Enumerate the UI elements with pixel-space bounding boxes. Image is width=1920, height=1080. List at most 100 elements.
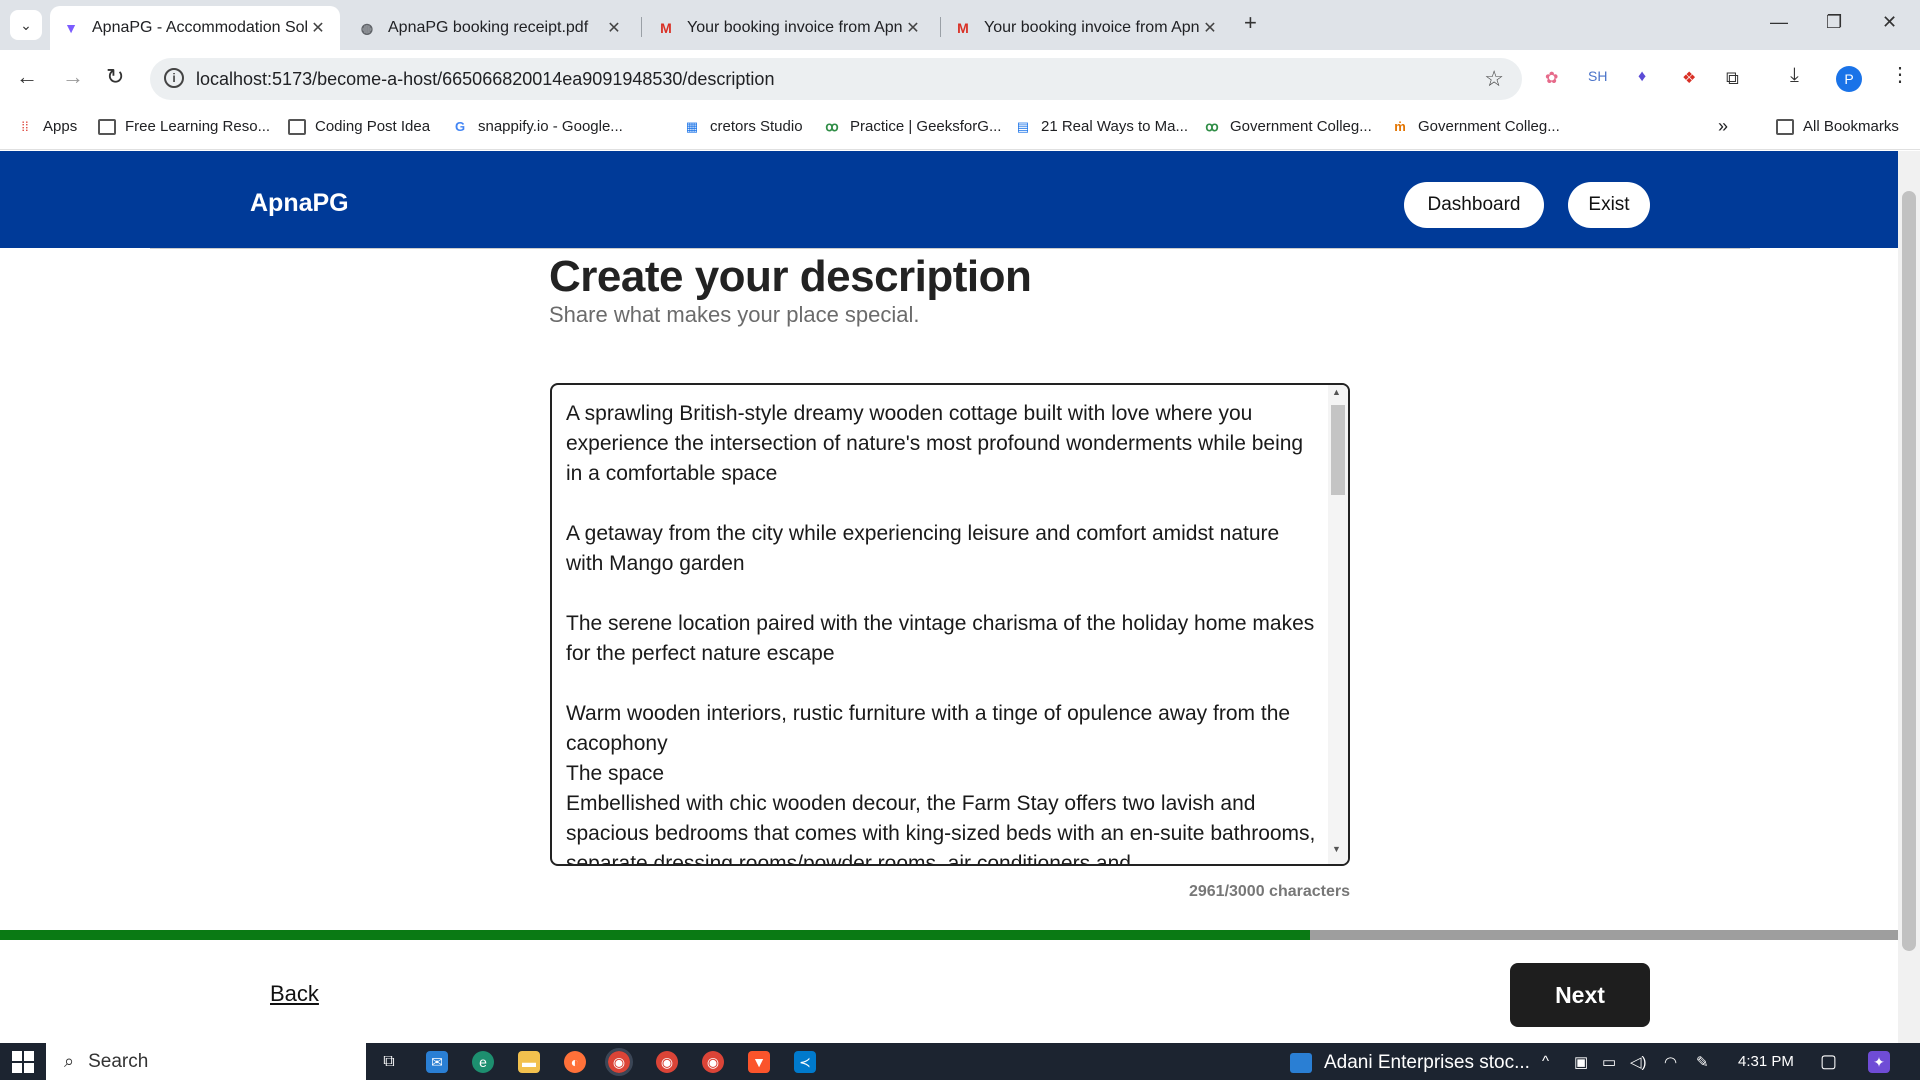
news-widget[interactable]: Adani Enterprises stoc... xyxy=(1290,1052,1530,1074)
url-text[interactable]: localhost:5173/become-a-host/66506682001… xyxy=(196,69,774,90)
windows-start-icon[interactable] xyxy=(12,1051,34,1073)
reload-icon[interactable]: ↻ xyxy=(106,64,124,90)
page-scrollbar[interactable] xyxy=(1898,151,1920,1043)
taskbar-search-box[interactable]: ⌕ Search xyxy=(46,1043,366,1080)
close-tab-icon[interactable]: ✕ xyxy=(1200,18,1220,38)
chrome-icon[interactable]: ◉ xyxy=(605,1048,633,1076)
tab-invoice-2[interactable]: M Your booking invoice from Apn ✕ xyxy=(942,6,1232,50)
tab-search-chevron-icon[interactable]: ⌄ xyxy=(10,10,42,40)
copilot-icon[interactable]: ✦ xyxy=(1868,1051,1890,1073)
edge-icon[interactable]: e xyxy=(472,1051,494,1073)
description-text[interactable]: A sprawling British-style dreamy wooden … xyxy=(566,399,1321,864)
profile-avatar[interactable]: P xyxy=(1836,66,1862,92)
scroll-down-arrow-icon[interactable]: ▼ xyxy=(1332,844,1341,854)
close-tab-icon[interactable]: ✕ xyxy=(308,18,328,38)
bookmark-government-college-2[interactable]: ṁ Government Colleg... xyxy=(1391,118,1560,135)
news-icon xyxy=(1290,1053,1312,1073)
page-title: Create your description xyxy=(549,252,1032,301)
tab-invoice-1[interactable]: M Your booking invoice from Apn ✕ xyxy=(645,6,935,50)
browser-toolbar: ← → ↻ i localhost:5173/become-a-host/665… xyxy=(0,50,1920,108)
gmail-icon: M xyxy=(957,20,969,36)
forward-arrow-icon[interactable]: → xyxy=(62,64,84,90)
sh-extension-icon[interactable]: SH xyxy=(1588,68,1607,84)
header-divider xyxy=(150,248,1750,249)
gfg-icon: ꝏ xyxy=(1205,118,1219,134)
gmail-icon: M xyxy=(660,20,672,36)
mail-icon[interactable]: ✉ xyxy=(426,1051,448,1073)
character-counter: 2961/3000 characters xyxy=(1188,883,1350,900)
bookmark-real-ways[interactable]: ▤ 21 Real Ways to Ma... xyxy=(1014,118,1188,135)
close-window-icon[interactable]: ✕ xyxy=(1882,12,1897,33)
menu-kebab-icon[interactable]: ⋮ xyxy=(1890,62,1910,87)
firefox-icon[interactable]: ◐ xyxy=(564,1051,586,1073)
back-arrow-icon[interactable]: ← xyxy=(16,64,38,90)
exit-button[interactable]: Exist xyxy=(1568,182,1650,228)
extensions-puzzle-icon[interactable]: ⧉ xyxy=(1726,68,1739,89)
apps-grid-icon: ⁞⁞ xyxy=(21,118,29,134)
tab-booking-receipt[interactable]: ◍ ApnaPG booking receipt.pdf ✕ xyxy=(346,6,636,50)
site-header: ApnaPG Dashboard Exist xyxy=(0,151,1898,248)
tray-chevron-icon[interactable]: ^ xyxy=(1542,1053,1549,1070)
close-tab-icon[interactable]: ✕ xyxy=(903,18,923,38)
site-info-icon[interactable]: i xyxy=(164,68,184,88)
volume-icon[interactable]: ◁) xyxy=(1630,1053,1647,1071)
page-subtitle: Share what makes your place special. xyxy=(549,302,920,327)
folder-icon xyxy=(288,118,306,135)
globe-icon: ◍ xyxy=(360,19,374,36)
battery-icon[interactable]: ▭ xyxy=(1602,1053,1616,1071)
bookmark-all-bookmarks[interactable]: All Bookmarks xyxy=(1776,118,1899,135)
textarea-scroll-thumb[interactable] xyxy=(1331,405,1345,495)
bookmark-cretors-studio[interactable]: ▦ cretors Studio xyxy=(683,118,803,135)
shiksha-icon: ṁ xyxy=(1394,118,1406,134)
bookmark-apps[interactable]: ⁞⁞ Apps xyxy=(16,118,77,135)
meet-icon[interactable]: ▣ xyxy=(1574,1053,1588,1071)
chrome-profile-icon[interactable]: ◉ xyxy=(656,1051,678,1073)
search-icon: ⌕ xyxy=(64,1051,75,1071)
vscode-icon[interactable]: ≺ xyxy=(794,1051,816,1073)
docs-icon: ▤ xyxy=(1016,118,1030,134)
back-link[interactable]: Back xyxy=(270,981,319,1007)
next-button[interactable]: Next xyxy=(1510,963,1650,1027)
vite-icon: ▼ xyxy=(64,20,78,36)
scroll-up-arrow-icon[interactable]: ▲ xyxy=(1332,387,1341,397)
progress-bar xyxy=(0,930,1898,940)
folder-icon xyxy=(1776,118,1794,135)
pen-icon[interactable]: ✎ xyxy=(1696,1053,1709,1071)
flame-extension-icon[interactable]: ♦ xyxy=(1638,68,1646,86)
bookmark-folder-learning[interactable]: Free Learning Reso... xyxy=(98,118,270,135)
bookmark-geeksforgeeks[interactable]: ꝏ Practice | GeeksforG... xyxy=(823,118,1001,135)
task-view-icon[interactable]: ⧉ xyxy=(378,1051,400,1073)
apnapg-logo[interactable]: ApnaPG xyxy=(250,189,349,218)
restore-icon[interactable]: ❐ xyxy=(1826,12,1842,33)
gfg-icon: ꝏ xyxy=(825,118,839,134)
notifications-icon[interactable]: ▢ xyxy=(1820,1051,1837,1072)
minimize-icon[interactable]: — xyxy=(1770,12,1788,33)
description-textarea[interactable]: A sprawling British-style dreamy wooden … xyxy=(550,383,1350,866)
wifi-icon[interactable]: ◠ xyxy=(1664,1053,1677,1071)
file-explorer-icon[interactable]: ▬ xyxy=(518,1051,540,1073)
bookmarks-bar: ⁞⁞ Apps Free Learning Reso... Coding Pos… xyxy=(0,108,1920,150)
bookmark-folder-coding[interactable]: Coding Post Idea xyxy=(288,118,430,135)
textarea-scrollbar[interactable]: ▲ ▼ xyxy=(1328,385,1348,864)
color-wheel-extension-icon[interactable]: ❖ xyxy=(1682,68,1696,88)
tab-apnapg[interactable]: ▼ ApnaPG - Accommodation Solu ✕ xyxy=(50,6,340,50)
page-scroll-thumb[interactable] xyxy=(1902,191,1916,951)
browser-tab-strip: ⌄ ▼ ApnaPG - Accommodation Solu ✕ ◍ Apna… xyxy=(0,0,1920,50)
windows-taskbar: ⌕ Search ⧉ ✉ e ▬ ◐ ◉ ◉ ◉ ▼ ≺ Adani Enter… xyxy=(0,1043,1920,1080)
progress-bar-fill xyxy=(0,930,1310,940)
flower-extension-icon[interactable]: ✿ xyxy=(1545,68,1558,88)
clock[interactable]: 4:31 PM xyxy=(1738,1053,1794,1070)
dashboard-button[interactable]: Dashboard xyxy=(1404,182,1544,228)
bookmark-star-icon[interactable]: ☆ xyxy=(1484,66,1504,92)
address-bar[interactable]: i localhost:5173/become-a-host/665066820… xyxy=(150,58,1522,100)
bookmark-government-college-1[interactable]: ꝏ Government Colleg... xyxy=(1203,118,1371,135)
bookmark-snappify[interactable]: G snappify.io - Google... xyxy=(451,118,623,135)
more-bookmarks-chevron-icon[interactable]: » xyxy=(1718,116,1728,137)
google-icon: G xyxy=(454,118,466,134)
folder-icon xyxy=(98,118,116,135)
brave-icon[interactable]: ▼ xyxy=(748,1051,770,1073)
new-tab-plus-icon[interactable]: + xyxy=(1244,10,1257,36)
close-tab-icon[interactable]: ✕ xyxy=(604,18,624,38)
chrome-app-icon[interactable]: ◉ xyxy=(702,1051,724,1073)
download-icon[interactable]: ⤓ xyxy=(1790,64,1799,87)
